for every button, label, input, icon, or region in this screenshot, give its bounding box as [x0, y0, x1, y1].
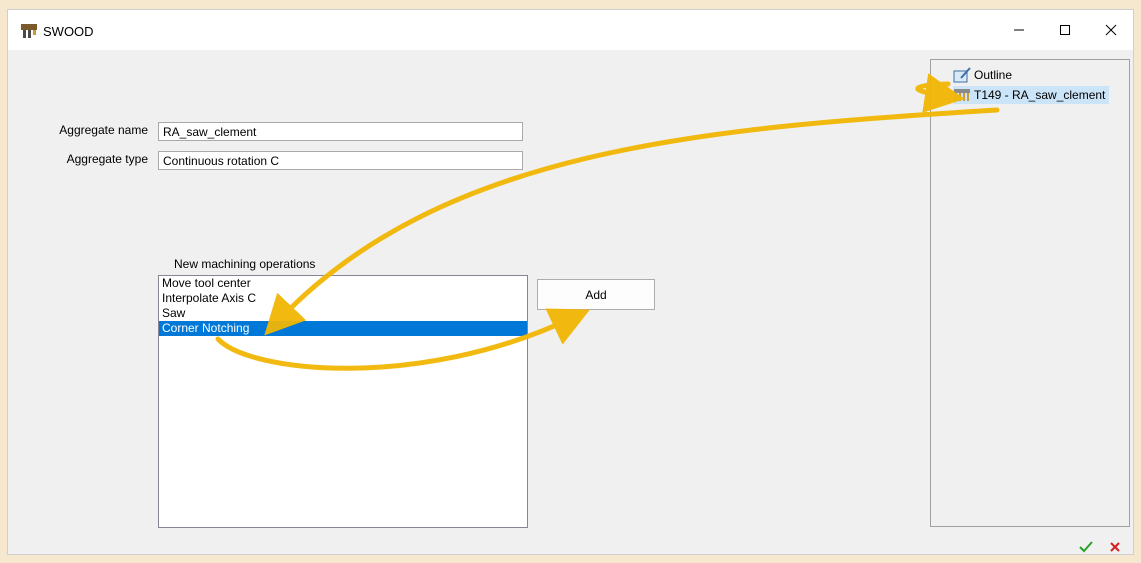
- tree-item-label: Outline: [974, 68, 1013, 82]
- swood-app-icon: [21, 24, 37, 38]
- tree-item-aggregate[interactable]: T149 - RA_saw_clement: [953, 86, 1110, 104]
- aggregate-type-label: Aggregate type: [66, 152, 148, 166]
- aggregate-type-field[interactable]: [158, 151, 523, 170]
- maximize-icon: [1060, 25, 1070, 35]
- minimize-button[interactable]: [996, 10, 1042, 50]
- maximize-button[interactable]: [1042, 10, 1088, 50]
- close-button[interactable]: [1088, 10, 1133, 50]
- operations-list[interactable]: Move tool center Interpolate Axis C Saw …: [158, 275, 528, 528]
- tree-item-label: T149 - RA_saw_clement: [974, 88, 1106, 102]
- list-item[interactable]: Saw: [159, 306, 527, 321]
- add-button[interactable]: Add: [537, 279, 655, 310]
- cancel-button[interactable]: [1106, 538, 1124, 554]
- tree-item-outline[interactable]: Outline: [953, 66, 1012, 84]
- tool-tree: Outline T149 - RA_saw_clement: [930, 59, 1130, 527]
- title-bar[interactable]: SWOOD: [8, 10, 1133, 50]
- list-item[interactable]: Move tool center: [159, 276, 527, 291]
- ok-button[interactable]: [1077, 538, 1095, 554]
- aggregate-name-field[interactable]: [158, 122, 523, 141]
- swood-window: SWOOD Aggregate name Aggregate type New …: [7, 9, 1134, 555]
- aggregate-name-label: Aggregate name: [59, 123, 148, 137]
- aggregate-tool-icon: [954, 89, 970, 101]
- window-title: SWOOD: [43, 24, 94, 39]
- check-icon: [1079, 541, 1093, 553]
- dialog-content: Aggregate name Aggregate type New machin…: [8, 50, 1133, 554]
- list-item[interactable]: Interpolate Axis C: [159, 291, 527, 306]
- close-icon: [1105, 24, 1117, 36]
- outline-icon: [953, 67, 971, 83]
- x-icon: [1110, 542, 1120, 552]
- minimize-icon: [1014, 29, 1024, 31]
- operations-label: New machining operations: [174, 257, 316, 271]
- list-item-selected[interactable]: Corner Notching: [159, 321, 527, 336]
